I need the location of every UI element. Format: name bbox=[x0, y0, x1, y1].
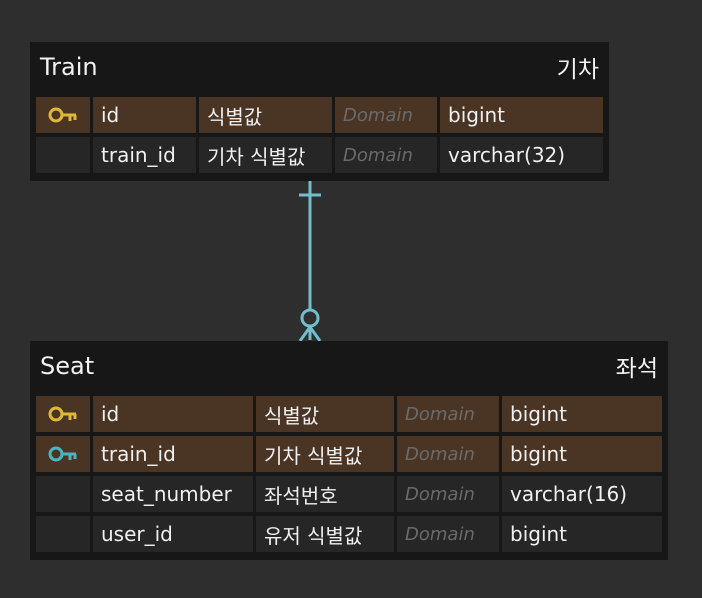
column-row-id[interactable]: id 식별값 Domain bigint bbox=[36, 396, 662, 432]
primary-key-icon bbox=[48, 406, 77, 422]
column-logical-name: 기차 식별값 bbox=[256, 436, 394, 472]
primary-key-icon bbox=[48, 107, 77, 123]
column-domain: Domain bbox=[397, 516, 499, 552]
key-cell bbox=[36, 476, 90, 512]
table-header[interactable]: Seat 좌석 bbox=[30, 341, 668, 391]
table-train[interactable]: Train 기차 id 식별값 Domain bigint train_id 기… bbox=[30, 42, 609, 181]
column-domain: Domain bbox=[397, 436, 499, 472]
column-type: bigint bbox=[502, 516, 662, 552]
table-logical-name: 기차 bbox=[556, 57, 599, 83]
table-seat[interactable]: Seat 좌석 id 식별값 Domain bigint train_id 기차… bbox=[30, 341, 668, 560]
column-row-user-id[interactable]: user_id 유저 식별값 Domain bigint bbox=[36, 516, 662, 552]
column-row-id[interactable]: id 식별값 Domain bigint bbox=[36, 97, 603, 133]
column-type: varchar(32) bbox=[440, 137, 603, 173]
column-domain: Domain bbox=[397, 476, 499, 512]
column-type: bigint bbox=[502, 436, 662, 472]
column-domain: Domain bbox=[335, 97, 437, 133]
table-name: Seat bbox=[40, 352, 95, 380]
key-cell bbox=[36, 137, 90, 173]
column-name: seat_number bbox=[93, 476, 253, 512]
column-type: bigint bbox=[502, 396, 662, 432]
column-logical-name: 기차 식별값 bbox=[199, 137, 332, 173]
column-type: varchar(16) bbox=[502, 476, 662, 512]
column-logical-name: 식별값 bbox=[256, 396, 394, 432]
key-cell bbox=[36, 516, 90, 552]
key-cell bbox=[36, 396, 90, 432]
column-name: id bbox=[93, 396, 253, 432]
key-cell bbox=[36, 97, 90, 133]
column-name: train_id bbox=[93, 137, 196, 173]
zero-marker bbox=[300, 308, 320, 328]
column-domain: Domain bbox=[397, 396, 499, 432]
column-type: bigint bbox=[440, 97, 603, 133]
table-name: Train bbox=[40, 53, 98, 81]
column-logical-name: 유저 식별값 bbox=[256, 516, 394, 552]
column-logical-name: 좌석번호 bbox=[256, 476, 394, 512]
erd-canvas: Train 기차 id 식별값 Domain bigint train_id 기… bbox=[0, 0, 702, 598]
table-header[interactable]: Train 기차 bbox=[30, 42, 609, 92]
column-row-seat-number[interactable]: seat_number 좌석번호 Domain varchar(16) bbox=[36, 476, 662, 512]
column-row-train-id[interactable]: train_id 기차 식별값 Domain bigint bbox=[36, 436, 662, 472]
foreign-key-icon bbox=[48, 446, 77, 462]
column-row-train-id[interactable]: train_id 기차 식별값 Domain varchar(32) bbox=[36, 137, 603, 173]
column-name: train_id bbox=[93, 436, 253, 472]
key-cell bbox=[36, 436, 90, 472]
column-domain: Domain bbox=[335, 137, 437, 173]
table-logical-name: 좌석 bbox=[615, 356, 658, 382]
column-name: id bbox=[93, 97, 196, 133]
column-logical-name: 식별값 bbox=[199, 97, 332, 133]
column-name: user_id bbox=[93, 516, 253, 552]
